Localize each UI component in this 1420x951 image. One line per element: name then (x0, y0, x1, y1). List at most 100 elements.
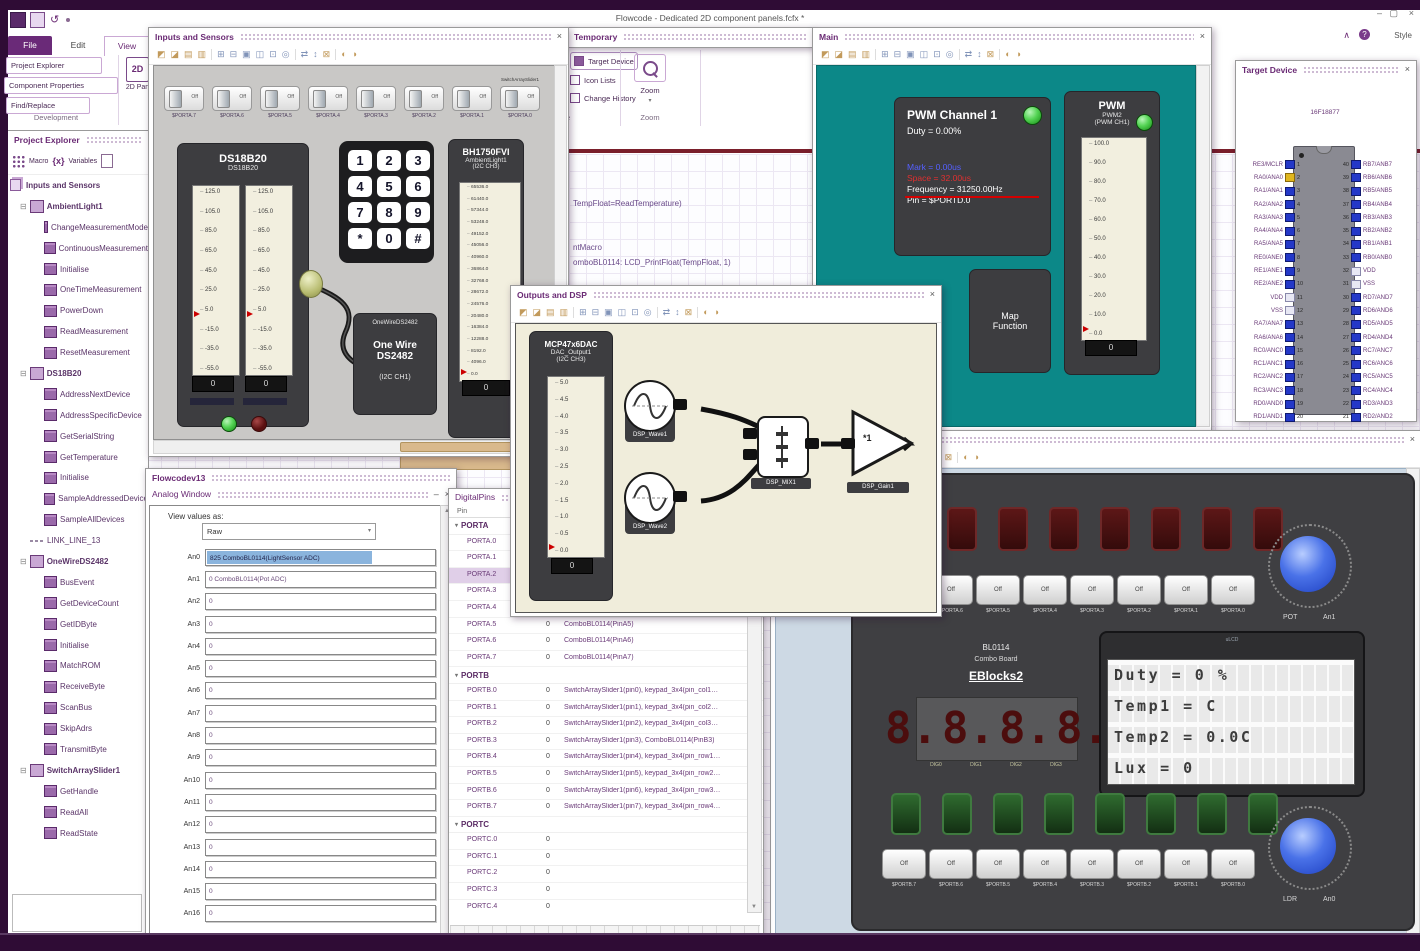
style-menu[interactable]: Style (1394, 31, 1412, 40)
toggle-switch--porta-1[interactable]: Off (452, 86, 492, 111)
toolbar-icon[interactable]: ◎ (946, 50, 954, 59)
tree-item-inputs-and-sensors[interactable]: Inputs and Sensors (8, 175, 148, 196)
pin-pad[interactable] (1351, 186, 1361, 196)
toolbar-icon[interactable]: ⊟ (230, 50, 238, 59)
inputs-titlebar[interactable]: Inputs and Sensors × (149, 28, 568, 45)
close-icon[interactable]: × (557, 32, 562, 41)
tree-item-ambientlight1[interactable]: ⊟ AmbientLight1 (8, 196, 148, 217)
board-button--porta-4[interactable]: Off (1023, 575, 1067, 605)
tree-item-addressnextdevice[interactable]: AddressNextDevice (8, 384, 148, 405)
toolbar-icon[interactable]: ↕ (313, 50, 318, 59)
project-explorer-button[interactable]: Project Explorer (6, 57, 102, 74)
close-icon[interactable]: × (930, 290, 935, 299)
pin-row-portb-0[interactable]: PORTB.0 0 SwitchArraySlider1(pin0), keypad… (449, 684, 763, 701)
toolbar-icon[interactable]: ⊟ (592, 308, 600, 317)
variables-icon[interactable]: {x} (52, 156, 64, 166)
toolbar-icon[interactable]: ▣ (604, 308, 613, 317)
analog-value-input[interactable]: 0 (205, 816, 436, 834)
pwm-meter-component[interactable]: PWM PWM2 (PWM CH1) 100.090.080.070.060.0… (1064, 91, 1160, 375)
analog-value-input[interactable]: 0 (205, 860, 436, 878)
expand-icon[interactable]: ⊟ (20, 369, 27, 378)
expand-icon[interactable]: ⊟ (20, 557, 27, 566)
expand-icon[interactable]: ⊟ (20, 766, 27, 775)
pin-row-portb-7[interactable]: PORTB.7 0 SwitchArraySlider1(pin7), keypad… (449, 800, 763, 817)
pin-pad[interactable] (1351, 319, 1361, 329)
analog-value-input[interactable]: 0 (205, 682, 436, 700)
analog-value-input[interactable]: 0 (205, 727, 436, 745)
tree-item-transmitbyte[interactable]: TransmitByte (8, 739, 148, 760)
pin-pad[interactable] (1285, 160, 1295, 170)
analog-value-input[interactable]: 0 (205, 838, 436, 856)
tree-item-initialise[interactable]: Initialise (8, 259, 148, 280)
scrollbar-thumb[interactable] (400, 442, 522, 452)
pin-pad[interactable] (1285, 333, 1295, 343)
scroll-down-icon[interactable]: ▼ (751, 904, 757, 910)
pin-pad[interactable] (1351, 399, 1361, 409)
tree-item-link-line-13[interactable]: LINK_LINE_13 (8, 530, 148, 551)
toolbar-icon[interactable]: ◑ (1016, 50, 1021, 59)
tree-item-getdevicecount[interactable]: GetDeviceCount (8, 593, 148, 614)
variables-tab-label[interactable]: Variables (68, 158, 97, 165)
pin-pad[interactable] (1351, 372, 1361, 382)
pin-pad[interactable] (1285, 186, 1295, 196)
board-button--portb-3[interactable]: Off (1070, 849, 1114, 879)
analog-value-input[interactable]: 0 (205, 905, 436, 923)
tree-item-readmeasurement[interactable]: ReadMeasurement (8, 321, 148, 342)
pin-pad[interactable] (1351, 160, 1361, 170)
toolbar-icon[interactable]: ◩ (519, 308, 528, 317)
toolbar-icon[interactable]: ▥ (560, 308, 569, 317)
tree-item-readstate[interactable]: ReadState (8, 823, 148, 844)
temporary-titlebar[interactable]: Temporary (568, 28, 813, 45)
toolbar-icon[interactable]: ◫ (920, 50, 929, 59)
toolbar-icon[interactable]: ◑ (714, 308, 719, 317)
toolbar-icon[interactable]: ◐ (703, 308, 708, 317)
view-check-target-device[interactable]: Target Device (570, 52, 638, 70)
toolbar-icon[interactable]: ⊟ (894, 50, 902, 59)
pin-row-portb-4[interactable]: PORTB.4 0 SwitchArraySlider1(pin4), keypad… (449, 750, 763, 767)
outputs-titlebar[interactable]: Outputs and DSP × (511, 286, 941, 303)
map-function-component[interactable]: Map Function (969, 269, 1051, 373)
macro-grid-icon[interactable] (12, 154, 25, 168)
toolbar-icon[interactable]: ⇄ (663, 308, 671, 317)
component-properties-button[interactable]: Component Properties (4, 77, 118, 94)
toolbar-icon[interactable]: ⊠ (945, 453, 953, 462)
minimize-button[interactable]: – (1377, 8, 1382, 18)
board-button--portb-1[interactable]: Off (1164, 849, 1208, 879)
board-button--porta-2[interactable]: Off (1117, 575, 1161, 605)
pin-pad[interactable] (1285, 253, 1295, 263)
analog-titlebar[interactable]: Analog Window – × (146, 486, 456, 502)
pin-row-porta-7[interactable]: PORTA.7 0 ComboBL0114(PinA7) (449, 651, 763, 668)
toolbar-icon[interactable]: ⊠ (685, 308, 693, 317)
analog-value-input[interactable]: 0 (205, 883, 436, 901)
wave2-component[interactable] (624, 472, 676, 524)
keypad-key-*[interactable]: * (348, 228, 372, 249)
toolbar-icon[interactable]: ◫ (256, 50, 265, 59)
view-check-icon-lists[interactable]: Icon Lists (570, 72, 638, 88)
pin-pad[interactable] (1351, 213, 1361, 223)
toolbar-icon[interactable]: ⇄ (301, 50, 309, 59)
tree-item-sampleaddresseddevice[interactable]: SampleAddressedDevice (8, 488, 148, 509)
ds18b20-component[interactable]: DS18B20 DS18B20 125.0 105.0 85.0 65.0 45.0 25… (177, 143, 309, 432)
pin-pad[interactable] (1351, 266, 1361, 276)
keypad-key-9[interactable]: 9 (406, 202, 430, 223)
pin-pad[interactable] (1351, 239, 1361, 249)
pin-pad[interactable] (1351, 333, 1361, 343)
toolbar-icon[interactable]: ◑ (974, 453, 979, 462)
tree-item-readall[interactable]: ReadAll (8, 802, 148, 823)
toolbar-icon[interactable]: ◪ (171, 50, 180, 59)
keypad-key-5[interactable]: 5 (377, 176, 401, 197)
pin-row-portc-1[interactable]: PORTC.1 0 (449, 850, 763, 867)
flowcode-subwindow-titlebar[interactable]: Flowcodev13 (146, 469, 456, 486)
toolbar-icon[interactable]: ⊞ (881, 50, 889, 59)
port-group-portc[interactable]: ▾ PORTC (449, 817, 763, 834)
toolbar-icon[interactable]: ⊞ (579, 308, 587, 317)
pin-pad[interactable] (1285, 306, 1295, 316)
toolbar-icon[interactable]: ⊡ (269, 50, 277, 59)
keypad-key-8[interactable]: 8 (377, 202, 401, 223)
board-button--porta-0[interactable]: Off (1211, 575, 1255, 605)
analog-value-input[interactable]: 0 ComboBL0114(Pot ADC) (205, 570, 436, 588)
tree-item-samplealldevices[interactable]: SampleAllDevices (8, 509, 148, 530)
toolbar-icon[interactable]: ⊡ (933, 50, 941, 59)
toolbar-icon[interactable]: ⇄ (965, 50, 973, 59)
board-button--portb-0[interactable]: Off (1211, 849, 1255, 879)
